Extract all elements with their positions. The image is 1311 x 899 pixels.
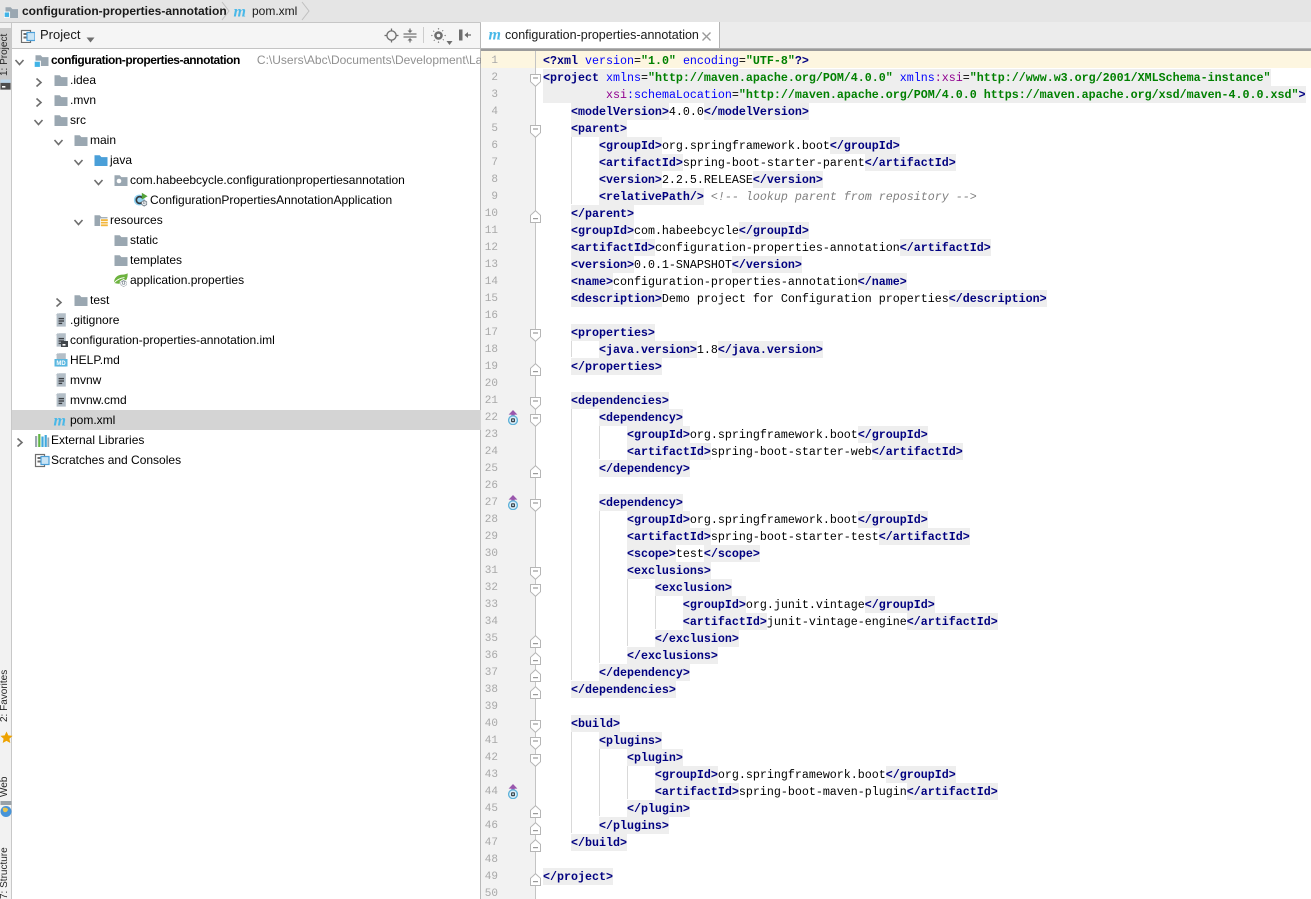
svg-text:m: m xyxy=(234,4,246,20)
svg-text:MD: MD xyxy=(56,361,66,367)
svg-text:m: m xyxy=(54,413,66,429)
svg-text:m: m xyxy=(489,27,501,43)
